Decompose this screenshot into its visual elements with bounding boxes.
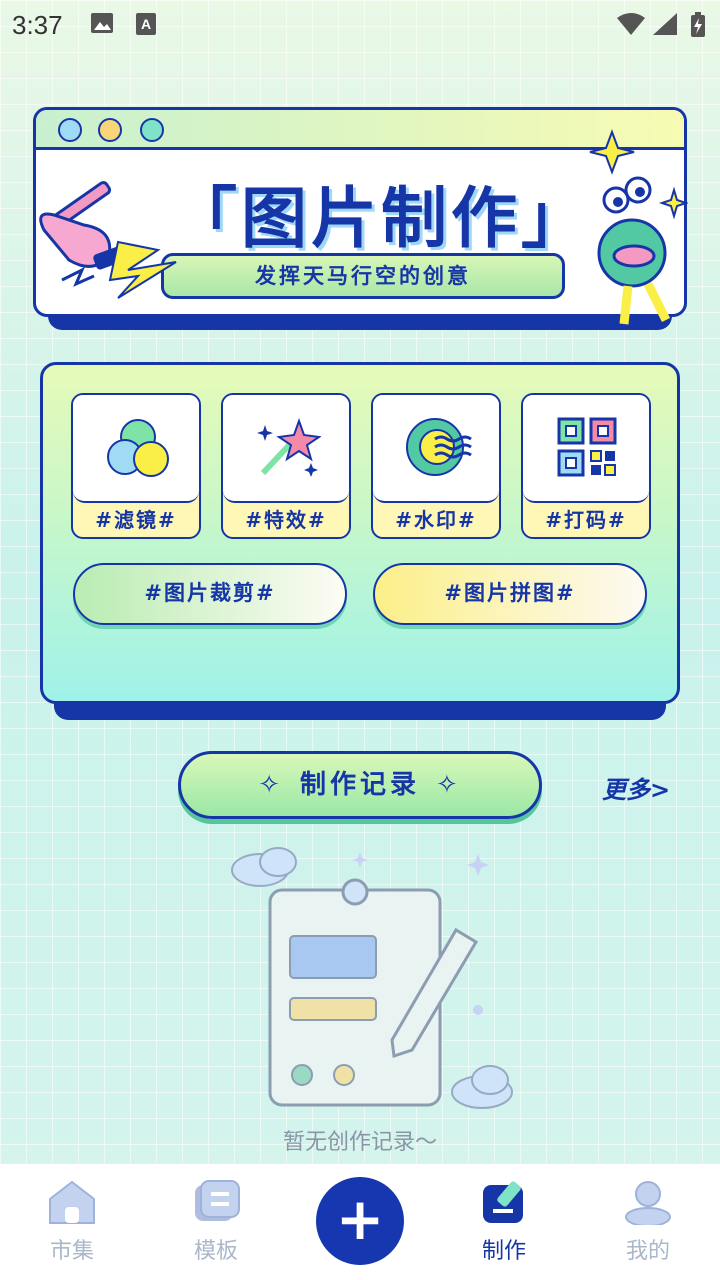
tool-effects-label: #特效# (245, 508, 327, 532)
filter-circles-icon (107, 419, 169, 477)
tool-watermark-label: #水印# (395, 508, 477, 532)
magic-wand-icon (257, 418, 321, 477)
tool-mosaic-face (523, 395, 649, 503)
create-plus-button[interactable]: + (316, 1177, 404, 1265)
sparkle-icon: ✧ (436, 770, 462, 800)
collage-image-button[interactable]: #图片拼图# (373, 563, 647, 625)
svg-text:A: A (141, 16, 151, 32)
signal-icon (652, 12, 678, 40)
window-dot-icon (98, 118, 122, 142)
template-icon (195, 1180, 240, 1221)
tool-mosaic-label: #打码# (545, 508, 627, 532)
cloud-icon (451, 1065, 513, 1109)
empty-records-illustration (231, 847, 513, 1109)
sparkle-icon: ✧ (258, 770, 284, 800)
empty-state-text: 暂无创作记录～ (282, 1130, 437, 1155)
nav-market[interactable]: 市集 (22, 1179, 122, 1265)
nav-create-label: 制作 (481, 1239, 526, 1264)
tool-filter-button[interactable]: #滤镜# (71, 393, 201, 539)
lightning-icon (61, 240, 177, 299)
banner-title: 「图片制作」 (171, 180, 591, 257)
status-time: 3:37 (12, 10, 63, 40)
window-dot-icon (58, 118, 82, 142)
nav-profile[interactable]: 我的 (598, 1179, 698, 1265)
profile-icon (625, 1181, 671, 1227)
mascot-icon (589, 129, 688, 325)
tools-panel: #滤镜# #特效# #水印# #打码# #图片裁剪# #图片拼图# (40, 362, 680, 704)
nav-profile-label: 我的 (625, 1239, 670, 1264)
a-icon: A (135, 12, 157, 40)
create-icon (483, 1181, 523, 1223)
mosaic-icon (557, 417, 617, 477)
cloud-icon (231, 847, 297, 887)
tool-effects-face (223, 395, 349, 503)
image-icon (90, 12, 114, 38)
tool-watermark-face (373, 395, 499, 503)
tool-mosaic-button[interactable]: #打码# (521, 393, 651, 539)
bottom-nav: 市集 模板 + 制作 我的 (0, 1163, 720, 1280)
records-header-button[interactable]: ✧ 制作记录 ✧ (178, 751, 542, 819)
window-dot-icon (140, 118, 164, 142)
records-title: 制作记录 (299, 770, 420, 800)
battery-charging-icon (690, 12, 706, 42)
crop-image-button[interactable]: #图片裁剪# (73, 563, 347, 625)
banner-window-bar (36, 110, 684, 150)
tool-filter-label: #滤镜# (95, 508, 177, 532)
wifi-icon (616, 12, 646, 40)
nav-templates-label: 模板 (193, 1239, 238, 1264)
nav-templates[interactable]: 模板 (166, 1179, 266, 1265)
tool-effects-button[interactable]: #特效# (221, 393, 351, 539)
status-bar: 3:37 A (0, 0, 720, 50)
banner-subtitle: 发挥天马行空的创意 (161, 253, 565, 299)
nav-create[interactable]: 制作 (454, 1179, 554, 1265)
watermark-icon (406, 418, 472, 476)
tool-watermark-button[interactable]: #水印# (371, 393, 501, 539)
more-records-link[interactable]: 更多> (602, 770, 670, 805)
home-icon (49, 1180, 95, 1224)
tool-filter-face (73, 395, 199, 503)
nav-market-label: 市集 (49, 1239, 94, 1264)
